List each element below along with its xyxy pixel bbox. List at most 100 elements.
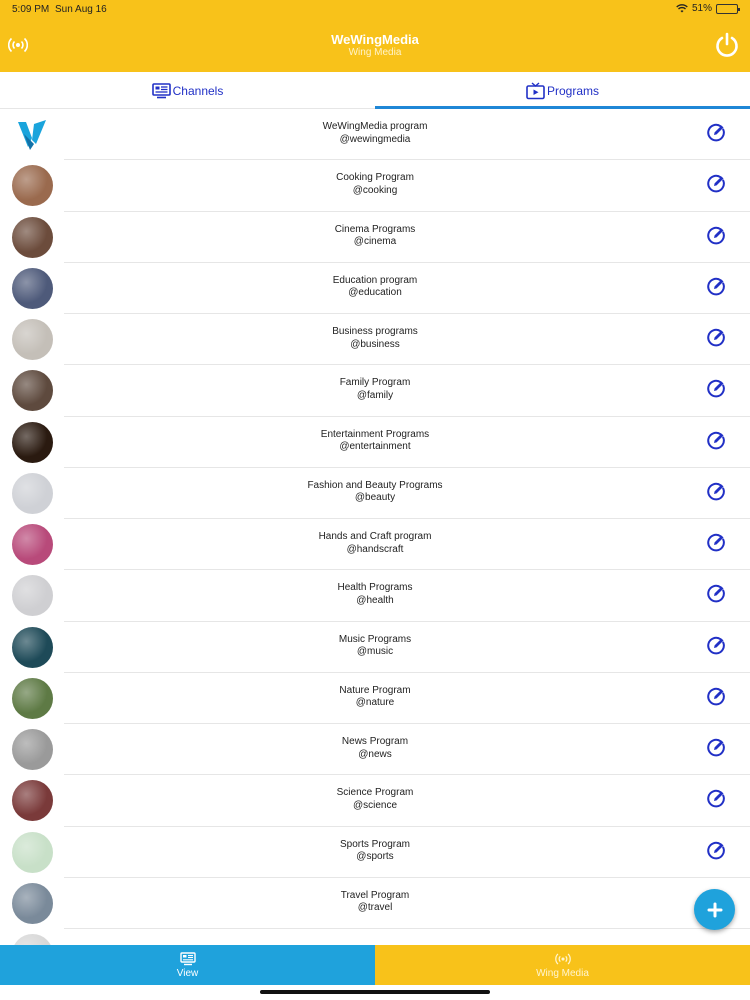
program-avatar bbox=[12, 831, 53, 873]
edit-icon[interactable] bbox=[707, 226, 726, 245]
program-name: Family Program bbox=[339, 377, 411, 389]
program-avatar bbox=[12, 319, 53, 360]
program-name: Music Programs bbox=[338, 633, 412, 645]
edit-icon[interactable] bbox=[707, 789, 726, 808]
program-info: Nature Program @nature bbox=[64, 685, 686, 710]
program-row[interactable]: Science Program @science bbox=[0, 775, 750, 827]
battery-icon bbox=[716, 3, 740, 14]
program-name: Education program bbox=[332, 274, 418, 286]
bottom-tab-view[interactable]: View bbox=[0, 945, 375, 985]
program-row[interactable]: Entertainment Programs @entertainment bbox=[0, 417, 750, 469]
program-avatar bbox=[12, 729, 53, 770]
edit-icon[interactable] bbox=[707, 687, 726, 706]
program-avatar bbox=[12, 882, 53, 924]
edit-icon[interactable] bbox=[707, 123, 726, 142]
view-icon bbox=[179, 951, 196, 965]
status-right: 51% bbox=[676, 3, 740, 14]
program-row[interactable]: Family Program @family bbox=[0, 365, 750, 417]
program-handle: @nature bbox=[355, 697, 395, 709]
status-time: 5:09 PM bbox=[12, 4, 50, 15]
program-info: Entertainment Programs @entertainment bbox=[64, 429, 686, 454]
program-row[interactable]: Hands and Craft program @handscraft bbox=[0, 519, 750, 571]
tab-bar: Channels Programs bbox=[0, 72, 750, 109]
tab-programs[interactable]: Programs bbox=[375, 72, 750, 109]
app-title: WeWingMedia bbox=[331, 32, 419, 47]
tab-programs-label: Programs bbox=[546, 83, 599, 98]
status-bar: 5:09 PM Sun Aug 16 51% bbox=[0, 0, 750, 18]
channels-icon bbox=[151, 82, 171, 98]
program-handle: @business bbox=[350, 338, 400, 350]
bottom-tab-view-label: View bbox=[176, 967, 199, 979]
program-avatar bbox=[12, 780, 53, 822]
wewingmedia-logo-icon bbox=[18, 120, 46, 150]
program-handle: @education bbox=[348, 287, 402, 299]
program-info: News Program @news bbox=[64, 736, 686, 761]
program-info: WeWingMedia program @wewingmedia bbox=[64, 121, 686, 146]
bottom-tab-wing-media-label: Wing Media bbox=[536, 967, 589, 979]
program-row[interactable]: Travel Program @travel bbox=[0, 878, 750, 930]
program-handle: @family bbox=[356, 389, 394, 401]
program-avatar bbox=[12, 267, 53, 309]
program-row[interactable]: WeWingMedia program @wewingmedia bbox=[0, 109, 750, 161]
edit-icon[interactable] bbox=[707, 584, 726, 603]
program-handle: @cinema bbox=[353, 236, 397, 247]
battery-percent: 51% bbox=[691, 3, 712, 14]
program-info: Cinema Programs @cinema bbox=[64, 224, 686, 249]
power-icon[interactable] bbox=[714, 32, 740, 58]
edit-icon[interactable] bbox=[707, 533, 726, 552]
program-row[interactable]: Sports Program @sports bbox=[0, 827, 750, 879]
program-row[interactable]: Education program @education bbox=[0, 263, 750, 315]
edit-icon[interactable] bbox=[707, 482, 726, 501]
program-name: Nature Program bbox=[339, 684, 411, 696]
program-row[interactable] bbox=[0, 929, 750, 945]
program-info: Music Programs @music bbox=[64, 634, 686, 659]
program-avatar bbox=[12, 934, 53, 945]
program-info: Science Program @science bbox=[64, 787, 686, 812]
program-name: Business programs bbox=[332, 326, 418, 337]
bottom-tab-bar: View Wing Media bbox=[0, 945, 750, 985]
edit-icon[interactable] bbox=[707, 174, 726, 193]
program-row[interactable]: News Program @news bbox=[0, 724, 750, 776]
program-avatar bbox=[12, 677, 53, 719]
edit-icon[interactable] bbox=[707, 636, 726, 655]
program-avatar bbox=[12, 165, 53, 207]
program-name: Cinema Programs bbox=[334, 223, 416, 235]
program-avatar bbox=[12, 575, 53, 617]
tab-channels[interactable]: Channels bbox=[0, 72, 375, 109]
program-name: Science Program bbox=[336, 787, 414, 799]
program-avatar bbox=[12, 370, 53, 412]
program-handle: @sports bbox=[356, 851, 394, 862]
program-name: Fashion and Beauty Programs bbox=[307, 479, 443, 491]
program-handle: @entertainment bbox=[339, 441, 411, 452]
app-subtitle: Wing Media bbox=[348, 47, 402, 58]
program-avatar bbox=[12, 421, 53, 463]
edit-icon[interactable] bbox=[707, 431, 726, 450]
program-row[interactable]: Cooking Program @cooking bbox=[0, 160, 750, 212]
broadcast-icon bbox=[554, 952, 571, 965]
wifi-icon bbox=[676, 4, 688, 13]
program-name: Travel Program bbox=[340, 889, 410, 901]
program-info: Family Program @family bbox=[64, 377, 686, 402]
program-row[interactable]: Nature Program @nature bbox=[0, 673, 750, 725]
bottom-tab-wing-media[interactable]: Wing Media bbox=[375, 945, 750, 985]
add-program-button[interactable] bbox=[694, 889, 735, 930]
edit-icon[interactable] bbox=[707, 738, 726, 757]
program-row[interactable]: Music Programs @music bbox=[0, 622, 750, 674]
edit-icon[interactable] bbox=[707, 277, 726, 296]
tv-play-icon bbox=[526, 81, 545, 99]
app-header: 5:09 PM Sun Aug 16 51% WeWingMedia Wing … bbox=[0, 0, 750, 72]
program-name: Cooking Program bbox=[336, 172, 414, 184]
program-row[interactable]: Health Programs @health bbox=[0, 570, 750, 622]
edit-icon[interactable] bbox=[707, 379, 726, 398]
program-handle: @beauty bbox=[354, 492, 396, 504]
home-indicator bbox=[260, 990, 490, 994]
edit-icon[interactable] bbox=[707, 841, 726, 860]
program-row[interactable]: Cinema Programs @cinema bbox=[0, 212, 750, 264]
program-row[interactable]: Fashion and Beauty Programs @beauty bbox=[0, 468, 750, 520]
program-avatar bbox=[12, 626, 53, 668]
program-name: Hands and Craft program bbox=[318, 531, 432, 542]
program-row[interactable]: Business programs @business bbox=[0, 314, 750, 366]
program-info: Cooking Program @cooking bbox=[64, 172, 686, 197]
program-handle: @music bbox=[356, 646, 394, 657]
edit-icon[interactable] bbox=[707, 328, 726, 347]
